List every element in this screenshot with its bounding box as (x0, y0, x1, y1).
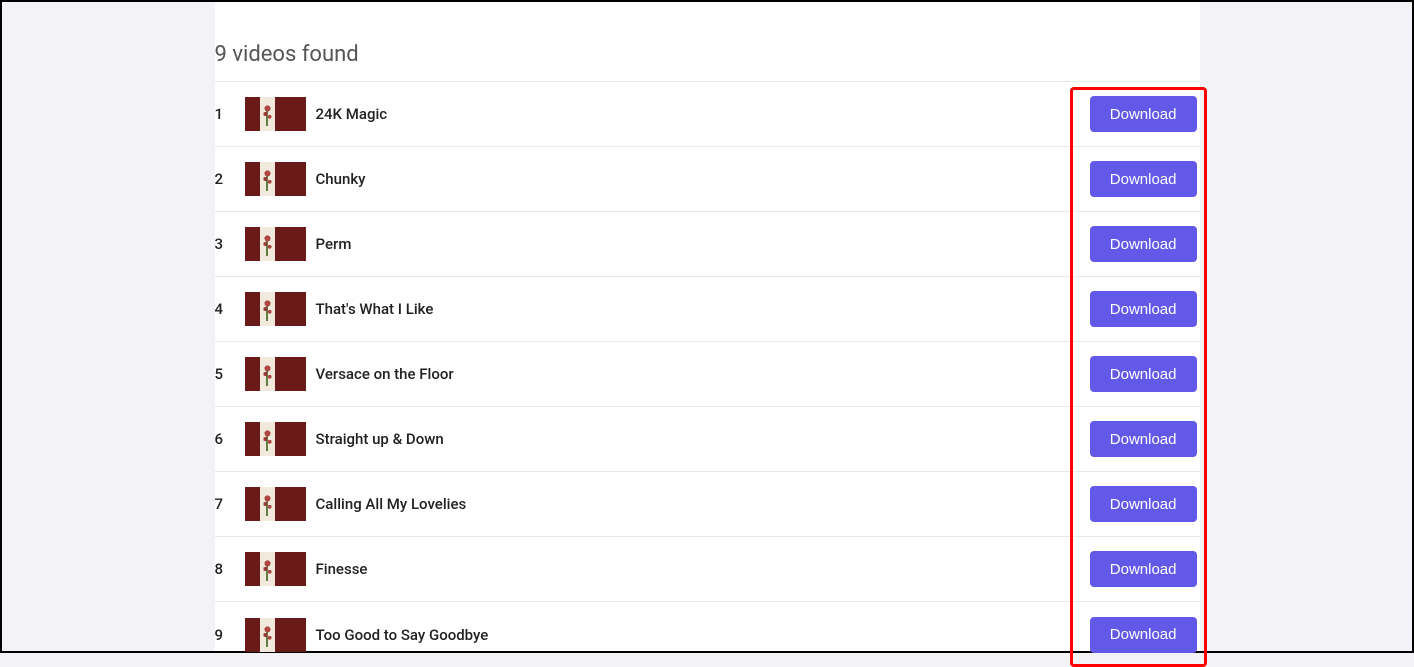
video-title: Finesse (316, 560, 1090, 578)
video-title: Calling All My Lovelies (316, 495, 1090, 513)
video-row: 5 Versace on the Floor Download (215, 342, 1200, 407)
download-button[interactable]: Download (1090, 551, 1197, 587)
results-heading: 9 videos found (215, 42, 1200, 82)
video-title: Chunky (316, 170, 1090, 188)
page-container: 9 videos found 1 24K Magic Download 2 Ch… (2, 2, 1412, 651)
download-button[interactable]: Download (1090, 161, 1197, 197)
video-thumbnail[interactable] (245, 292, 306, 326)
row-index: 9 (215, 626, 245, 644)
video-thumbnail[interactable] (245, 97, 306, 131)
video-row: 1 24K Magic Download (215, 82, 1200, 147)
download-button[interactable]: Download (1090, 486, 1197, 522)
download-button[interactable]: Download (1090, 291, 1197, 327)
content-panel: 9 videos found 1 24K Magic Download 2 Ch… (215, 2, 1200, 651)
download-button[interactable]: Download (1090, 226, 1197, 262)
video-row: 4 That's What I Like Download (215, 277, 1200, 342)
row-index: 4 (215, 300, 245, 318)
row-index: 3 (215, 235, 245, 253)
video-title: That's What I Like (316, 300, 1090, 318)
video-row: 8 Finesse Download (215, 537, 1200, 602)
video-row: 9 Too Good to Say Goodbye Download (215, 602, 1200, 667)
row-index: 6 (215, 430, 245, 448)
download-button[interactable]: Download (1090, 96, 1197, 132)
video-title: Versace on the Floor (316, 365, 1090, 383)
download-button[interactable]: Download (1090, 617, 1197, 653)
row-index: 1 (215, 105, 245, 123)
video-thumbnail[interactable] (245, 552, 306, 586)
video-thumbnail[interactable] (245, 487, 306, 521)
video-title: Straight up & Down (316, 430, 1090, 448)
video-row: 3 Perm Download (215, 212, 1200, 277)
video-row: 2 Chunky Download (215, 147, 1200, 212)
video-thumbnail[interactable] (245, 227, 306, 261)
row-index: 5 (215, 365, 245, 383)
row-index: 7 (215, 495, 245, 513)
video-title: Too Good to Say Goodbye (316, 626, 1090, 644)
download-button[interactable]: Download (1090, 421, 1197, 457)
row-index: 8 (215, 560, 245, 578)
row-index: 2 (215, 170, 245, 188)
video-row: 6 Straight up & Down Download (215, 407, 1200, 472)
video-title: 24K Magic (316, 105, 1090, 123)
video-thumbnail[interactable] (245, 357, 306, 391)
video-thumbnail[interactable] (245, 618, 306, 652)
video-thumbnail[interactable] (245, 422, 306, 456)
download-button[interactable]: Download (1090, 356, 1197, 392)
video-row: 7 Calling All My Lovelies Download (215, 472, 1200, 537)
video-title: Perm (316, 235, 1090, 253)
video-thumbnail[interactable] (245, 162, 306, 196)
video-list: 1 24K Magic Download 2 Chunky Download 3 (215, 82, 1200, 667)
